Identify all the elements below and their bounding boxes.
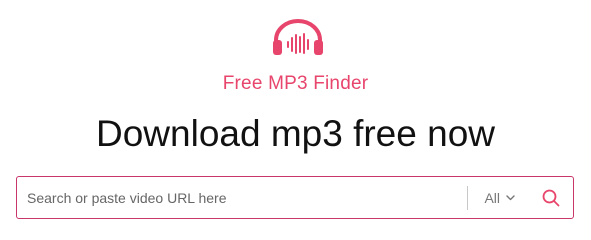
brand-name: Free MP3 Finder [222, 73, 369, 94]
search-input[interactable] [17, 177, 468, 218]
filter-dropdown[interactable]: All [468, 177, 529, 218]
search-bar: All [16, 176, 574, 219]
page-headline: Download mp3 free now [96, 113, 495, 154]
search-icon [542, 189, 560, 207]
filter-label: All [484, 189, 500, 206]
search-button[interactable] [529, 177, 573, 218]
headphones-logo-icon [270, 18, 326, 58]
chevron-down-icon [506, 194, 515, 201]
